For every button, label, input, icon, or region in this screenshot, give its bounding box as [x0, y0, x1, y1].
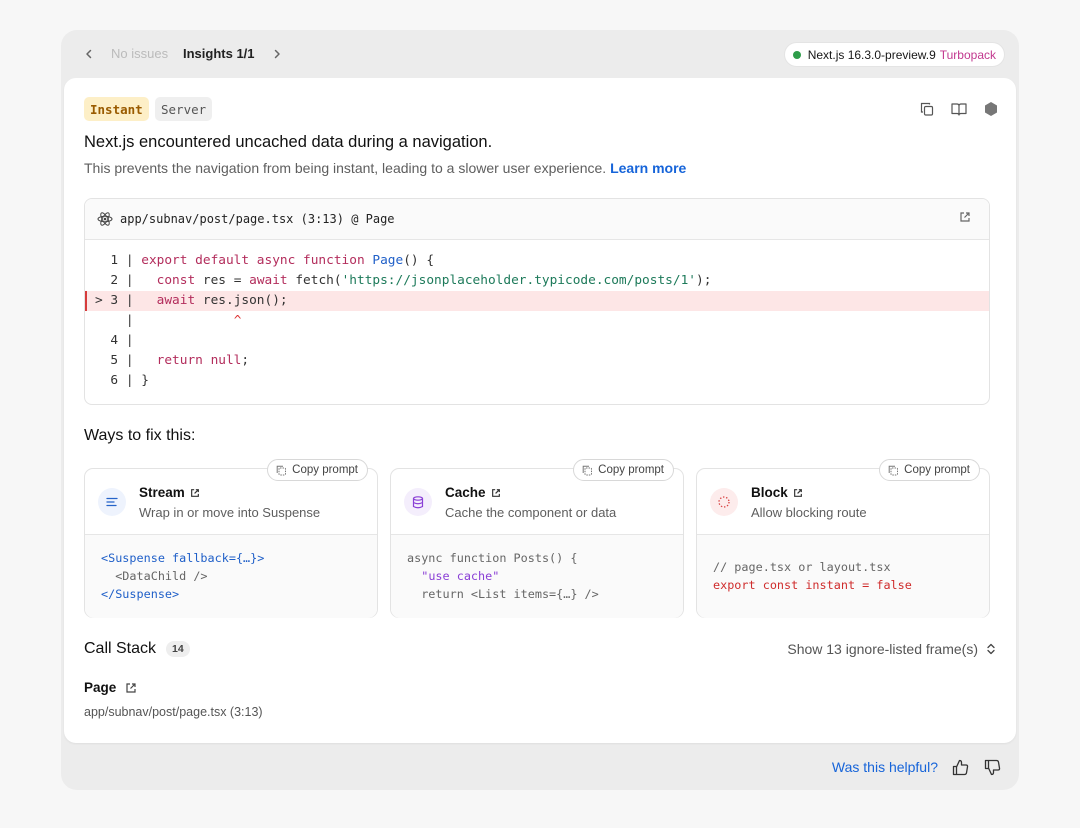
copy-icon[interactable]: [918, 100, 936, 118]
code-line: 5 | return null;: [95, 353, 250, 368]
fix-card-cache[interactable]: Copy prompt Cache Cache the component or…: [390, 459, 684, 618]
issue-title: Next.js encountered uncached data during…: [84, 133, 493, 151]
copy-prompt-icon: [276, 465, 287, 475]
error-overlay: No issues Insights 1/1 Next.js 16.3.0-pr…: [61, 30, 1019, 790]
fix-code-snippet: async function Posts() { "use cache" ret…: [391, 534, 683, 618]
nextjs-version: Next.js 16.3.0-preview.9: [807, 47, 936, 62]
open-in-editor-icon: [126, 682, 136, 693]
copy-prompt-button[interactable]: Copy prompt: [879, 459, 980, 481]
copy-prompt-label: Copy prompt: [292, 464, 358, 476]
thumbs-down-icon[interactable]: [982, 757, 1002, 777]
description-text: This prevents the navigation from being …: [84, 160, 607, 176]
react-icon: [97, 210, 115, 228]
code-frame-header: app/subnav/post/page.tsx (3:13) @ Page: [85, 199, 989, 240]
code-frame-body: 1 | export default async function Page()…: [85, 240, 989, 391]
fix-title[interactable]: Stream: [139, 485, 200, 500]
instant-badge: Instant: [84, 97, 149, 121]
fix-card-stream[interactable]: Copy prompt Stream Wrap in or move into …: [84, 459, 378, 618]
database-icon: [404, 488, 432, 516]
chevron-right-icon: [274, 49, 280, 59]
external-link-icon: [190, 488, 199, 497]
code-line: 1 | export default async function Page()…: [95, 253, 435, 268]
status-dot-icon: [792, 50, 801, 59]
issues-tab[interactable]: No issues: [111, 46, 168, 61]
fix-code-snippet: <Suspense fallback={…}> <DataChild /> </…: [85, 534, 377, 618]
frame-name: Page: [84, 680, 117, 695]
fix-subtitle: Wrap in or move into Suspense: [139, 505, 321, 520]
fix-subtitle: Allow blocking route: [751, 505, 867, 520]
docs-book-icon[interactable]: [950, 100, 968, 118]
error-code-line: > 3 | await res.json();: [85, 291, 989, 311]
copy-prompt-label: Copy prompt: [598, 464, 664, 476]
fix-title-text: Cache: [445, 485, 486, 500]
learn-more-link[interactable]: Learn more: [610, 160, 686, 176]
copy-prompt-icon: [582, 465, 593, 475]
copy-prompt-button[interactable]: Copy prompt: [573, 459, 674, 481]
nodejs-icon[interactable]: [982, 100, 1000, 118]
copy-prompt-label: Copy prompt: [904, 464, 970, 476]
external-link-icon: [793, 488, 802, 497]
thumbs-up-icon[interactable]: [950, 757, 970, 777]
copy-prompt-icon: [888, 465, 899, 475]
insights-tab[interactable]: Insights 1/1: [183, 46, 255, 61]
fix-subtitle: Cache the component or data: [445, 505, 617, 520]
code-frame-file: app/subnav/post/page.tsx (3:13) @ Page: [120, 212, 395, 226]
show-ignored-frames-button[interactable]: Show 13 ignore-listed frame(s): [787, 641, 996, 657]
loading-spinner-icon: [710, 488, 738, 516]
fix-card-block[interactable]: Copy prompt Block Allow blocking route /…: [696, 459, 990, 618]
next-issue-button[interactable]: [267, 44, 287, 64]
code-line: 2 | const res = await fetch('https://jso…: [95, 273, 712, 288]
fix-title-text: Stream: [139, 485, 185, 500]
nextjs-version-badge[interactable]: Next.js 16.3.0-preview.9 Turbopack: [783, 42, 1005, 67]
external-link-icon: [491, 488, 500, 497]
code-line: | ^: [95, 313, 242, 328]
fix-title[interactable]: Block: [751, 485, 803, 500]
feedback-bar: Was this helpful?: [832, 757, 1002, 777]
copy-prompt-button[interactable]: Copy prompt: [267, 459, 368, 481]
call-stack-title: Call Stack: [84, 640, 157, 657]
header-actions: [918, 100, 1000, 118]
issue-card: Instant Server Next.js encountered uncac…: [64, 78, 1016, 743]
chevron-left-icon: [86, 49, 92, 59]
frame-path: app/subnav/post/page.tsx (3:13): [84, 705, 263, 719]
call-stack-heading: Call Stack 14: [84, 640, 190, 658]
show-frames-label: Show 13 ignore-listed frame(s): [787, 641, 978, 657]
fix-title-text: Block: [751, 485, 788, 500]
chevron-up-down-icon: [987, 643, 995, 655]
fix-title[interactable]: Cache: [445, 485, 501, 500]
fix-code-snippet: // page.tsx or layout.tsx export const i…: [697, 534, 989, 618]
issue-description: This prevents the navigation from being …: [84, 160, 686, 176]
code-line: 6 | }: [95, 373, 149, 388]
code-line: 4 |: [95, 333, 134, 348]
code-frame: app/subnav/post/page.tsx (3:13) @ Page 1…: [84, 198, 990, 405]
stack-frame[interactable]: Page: [84, 680, 137, 695]
bundler-name: Turbopack: [939, 47, 996, 62]
feedback-question: Was this helpful?: [831, 759, 938, 775]
fixes-heading: Ways to fix this:: [84, 427, 196, 444]
call-stack-count: 14: [166, 641, 190, 657]
stream-lines-icon: [98, 488, 126, 516]
server-badge: Server: [155, 97, 213, 121]
overlay-toolbar: No issues Insights 1/1 Next.js 16.3.0-pr…: [61, 30, 1019, 78]
previous-issue-button[interactable]: [79, 44, 99, 64]
open-in-editor-icon[interactable]: [959, 211, 975, 227]
